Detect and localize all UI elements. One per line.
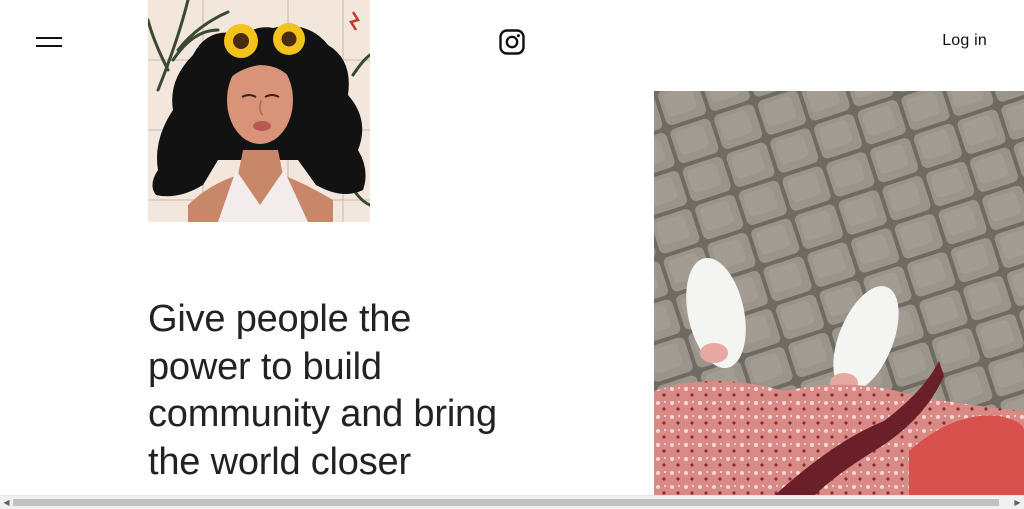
headline-line-4: the world closer — [148, 440, 411, 483]
page: Log in Give people the power to build co… — [0, 0, 1024, 509]
menu-bar-top — [36, 37, 62, 39]
scrollbar-thumb[interactable] — [13, 499, 999, 506]
login-link[interactable]: Log in — [942, 32, 987, 50]
illustrated-woman-sunflowers-image — [148, 0, 370, 222]
hamburger-menu-icon[interactable] — [36, 34, 62, 50]
headline-line-2: power to build — [148, 345, 382, 388]
instagram-glyph-icon — [499, 29, 525, 55]
instagram-logo-icon[interactable] — [499, 29, 525, 55]
feet-on-cobblestone-photo — [654, 91, 1024, 496]
headline-line-3: community and bring — [148, 393, 497, 435]
horizontal-scrollbar[interactable]: ◀ ▶ — [0, 495, 1024, 509]
hero-headline: Give people the power to build community… — [148, 296, 568, 486]
scroll-right-icon[interactable]: ▶ — [1011, 496, 1024, 509]
headline-line-1: Give people the — [148, 298, 412, 340]
menu-bar-bottom — [36, 45, 62, 47]
scroll-left-icon[interactable]: ◀ — [0, 496, 13, 509]
